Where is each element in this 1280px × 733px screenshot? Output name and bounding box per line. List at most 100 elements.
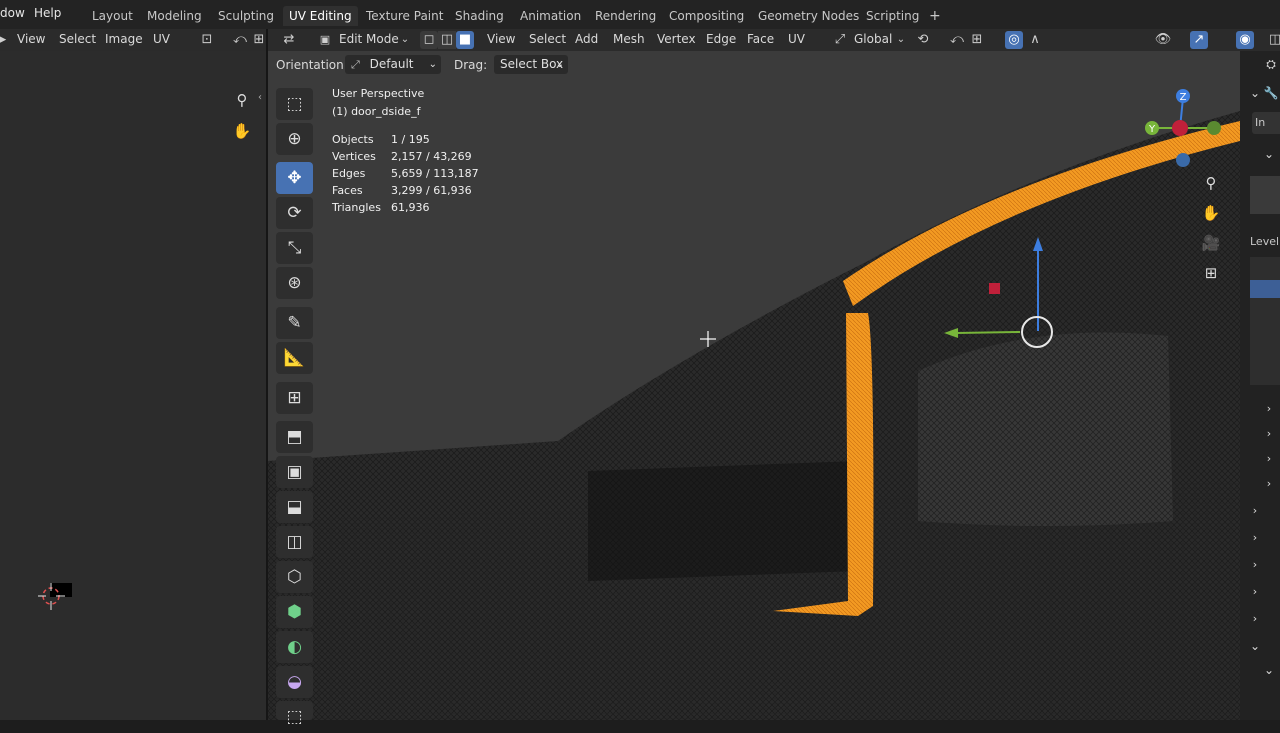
uv-sidebar-toggle-icon[interactable]: ‹ — [258, 92, 262, 103]
chevron-right-icon[interactable]: › — [1244, 554, 1266, 576]
collapse-arrow-icon[interactable]: ⌄ — [1258, 143, 1280, 165]
falloff-icon[interactable]: ∧ — [1026, 31, 1044, 49]
tab-animation[interactable]: Animation — [514, 6, 587, 26]
tab-texture-paint[interactable]: Texture Paint — [360, 6, 449, 26]
tab-modeling[interactable]: Modeling — [141, 6, 208, 26]
uv-menu-uv[interactable]: UV — [153, 32, 170, 46]
perspective-grid-icon[interactable]: ⊞ — [1200, 262, 1222, 284]
editor-type-icon[interactable]: ▸ — [0, 31, 12, 49]
vertex-select-icon[interactable]: ◻ — [420, 31, 438, 49]
pivot-icon[interactable]: ⊡ — [198, 31, 216, 49]
move-tool-icon[interactable]: ✥ — [276, 162, 313, 194]
chevron-right-icon[interactable]: › — [1244, 527, 1266, 549]
pivot-point-icon[interactable]: ⟲ — [914, 31, 932, 49]
proportional-edit-icon[interactable]: ◎ — [1005, 31, 1023, 49]
annotate-tool-icon[interactable]: ✎ — [276, 307, 313, 339]
cursor-tool-icon[interactable]: ⊕ — [276, 123, 313, 155]
tab-compositing[interactable]: Compositing — [663, 6, 750, 26]
wrench-icon[interactable]: 🔧 — [1260, 82, 1280, 104]
collapse-arrow-icon[interactable]: ⌄ — [1244, 635, 1266, 657]
editor-type-3d-icon[interactable]: ⇄ — [280, 31, 298, 49]
chevron-right-icon[interactable]: › — [1258, 398, 1280, 420]
chevron-down-icon: ⌄ — [428, 59, 437, 70]
snap-target-icon[interactable]: ⊞ — [968, 31, 986, 49]
visibility-eye-icon[interactable]: 👁 — [1154, 31, 1172, 49]
transform-tool-icon[interactable]: ⊛ — [276, 267, 313, 299]
shear-tool-icon[interactable]: ⬚ — [276, 701, 313, 727]
tab-sculpting[interactable]: Sculpting — [212, 6, 280, 26]
extrude-tool-icon[interactable]: ⬒ — [276, 421, 313, 453]
uv-menu-view[interactable]: View — [17, 32, 45, 46]
inset-tool-icon[interactable]: ▣ — [276, 456, 313, 488]
transform-orientation-icon: ⤢ — [834, 32, 846, 47]
snap-magnet-icon[interactable]: ⤺ — [948, 31, 966, 49]
menu-window[interactable]: dow — [0, 6, 25, 20]
tab-uv-editing[interactable]: UV Editing — [283, 6, 358, 26]
navigation-gizmo[interactable]: Z Y — [1140, 86, 1240, 168]
level-list-selected-row[interactable] — [1250, 280, 1280, 298]
xray-icon[interactable]: ◫ — [1266, 31, 1280, 49]
camera-view-icon[interactable]: 🎥 — [1200, 232, 1222, 254]
orientation-label: Orientation: — [276, 58, 348, 72]
menu-vertex[interactable]: Vertex — [657, 32, 696, 46]
stat-value: 1 / 195 — [391, 133, 430, 146]
menu-view[interactable]: View — [487, 32, 515, 46]
uv-menu-image[interactable]: Image — [105, 32, 143, 46]
add-workspace-button[interactable]: + — [923, 6, 947, 26]
uv-zoom-icon[interactable]: ⚲ — [231, 89, 253, 111]
edge-select-icon[interactable]: ◫ — [438, 31, 456, 49]
loop-cut-tool-icon[interactable]: ◫ — [276, 526, 313, 558]
bevel-tool-icon[interactable]: ⬓ — [276, 491, 313, 523]
knife-tool-icon[interactable]: ⬡ — [276, 561, 313, 593]
menu-mesh[interactable]: Mesh — [613, 32, 645, 46]
chevron-right-icon[interactable]: › — [1258, 448, 1280, 470]
uv-pan-hand-icon[interactable]: ✋ — [231, 120, 253, 142]
select-box-tool-icon[interactable]: ⬚ — [276, 88, 313, 120]
scale-tool-icon[interactable]: ⤡ — [276, 232, 313, 264]
collapse-arrow-icon[interactable]: ⌄ — [1258, 659, 1280, 681]
tab-shading[interactable]: Shading — [449, 6, 510, 26]
mode-selector[interactable]: Edit Mode — [339, 32, 399, 46]
tab-layout[interactable]: Layout — [86, 6, 139, 26]
menu-edge[interactable]: Edge — [706, 32, 736, 46]
transform-orientation-select[interactable]: Global — [854, 32, 892, 46]
rotate-tool-icon[interactable]: ⟳ — [276, 197, 313, 229]
panel-field[interactable] — [1250, 176, 1280, 214]
smooth-tool-icon[interactable]: ◒ — [276, 666, 313, 698]
tab-geometry-nodes[interactable]: Geometry Nodes — [752, 6, 865, 26]
chevron-right-icon[interactable]: › — [1258, 473, 1280, 495]
uv-menu-select[interactable]: Select — [59, 32, 96, 46]
chevron-right-icon[interactable]: › — [1244, 581, 1266, 603]
import-button[interactable]: In — [1252, 112, 1280, 134]
face-select-icon[interactable]: ■ — [456, 31, 474, 49]
menu-select[interactable]: Select — [529, 32, 566, 46]
menu-face[interactable]: Face — [747, 32, 774, 46]
properties-panel: ⌄ ⛭ 🔧 In ⌄ Level › › › › › › › › › ⌄ ⌄ — [1240, 51, 1280, 720]
spin-tool-icon[interactable]: ◐ — [276, 631, 313, 663]
chevron-right-icon[interactable]: › — [1258, 423, 1280, 445]
stat-value: 2,157 / 43,269 — [391, 150, 472, 163]
level-list[interactable] — [1250, 257, 1280, 385]
orientation-dropdown[interactable]: ⤢ Default ⌄ — [345, 55, 441, 74]
poly-build-tool-icon[interactable]: ⬢ — [276, 596, 313, 628]
measure-tool-icon[interactable]: 📐 — [276, 342, 313, 374]
gizmo-toggle-icon[interactable]: ↗ — [1190, 31, 1208, 49]
uv-editor-header: ▸ View Select Image UV ⊡ ⤺ ⊞ — [0, 29, 266, 51]
chevron-right-icon[interactable]: › — [1244, 608, 1266, 630]
zoom-icon[interactable]: ⚲ — [1200, 172, 1222, 194]
menu-help[interactable]: Help — [34, 6, 61, 20]
sync-selection-icon[interactable]: ⤺ — [231, 31, 249, 49]
tab-scripting[interactable]: Scripting — [860, 6, 925, 26]
pan-hand-icon[interactable]: ✋ — [1200, 202, 1222, 224]
add-cube-tool-icon[interactable]: ⊞ — [276, 382, 313, 414]
tab-rendering[interactable]: Rendering — [589, 6, 662, 26]
gizmo-y-label: Y — [1148, 124, 1156, 135]
uv-editor-canvas[interactable]: ⚲ ✋ ‹ — [0, 51, 266, 720]
menu-add[interactable]: Add — [575, 32, 598, 46]
outliner-filter-icon[interactable]: ⛭ — [1260, 53, 1280, 75]
chevron-right-icon[interactable]: › — [1244, 500, 1266, 522]
drag-dropdown[interactable]: Select Box ⌄ — [494, 55, 568, 74]
menu-uv[interactable]: UV — [788, 32, 805, 46]
overlay-toggle-icon[interactable]: ◉ — [1236, 31, 1254, 49]
stat-label: Faces — [332, 184, 363, 197]
